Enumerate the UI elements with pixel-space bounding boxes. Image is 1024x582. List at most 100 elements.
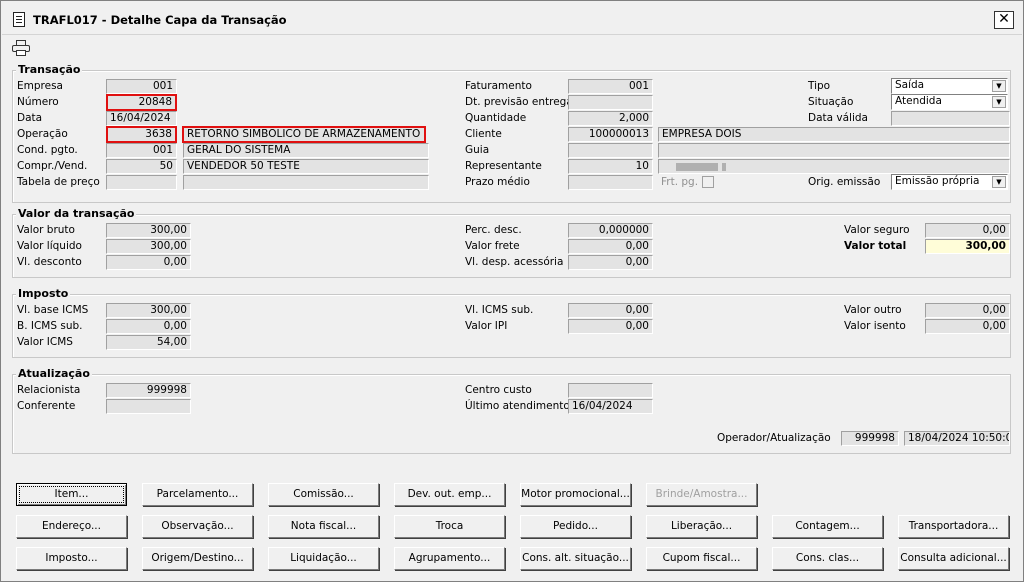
valor-total-field[interactable]: 300,00 (925, 239, 1010, 254)
item-button[interactable]: Item... (16, 483, 127, 506)
orig-emissao-label: Orig. emissão (808, 176, 881, 188)
centro-custo-label: Centro custo (465, 384, 532, 396)
brinde-amostra-button: Brinde/Amostra... (646, 483, 757, 506)
perc-desc-field[interactable]: 0,000000 (568, 223, 653, 238)
chevron-down-icon[interactable]: ▼ (992, 176, 1006, 188)
operacao-desc-field[interactable]: RETORNO SIMBOLICO DE ARMAZENAMENTO (182, 126, 426, 143)
tabela-preco-code-field[interactable] (106, 175, 177, 190)
nota-fiscal-button[interactable]: Nota fiscal... (268, 515, 379, 538)
tipo-select[interactable]: Saída ▼ (891, 78, 1008, 94)
consulta-adicional-button[interactable]: Consulta adicional... (898, 547, 1009, 570)
valor-icms-label: Valor ICMS (17, 336, 73, 348)
tabela-preco-desc-field[interactable] (183, 175, 429, 190)
icms-sub-field[interactable]: 0,00 (568, 303, 653, 318)
prazo-medio-field[interactable] (568, 175, 653, 190)
cliente-code-field[interactable]: 100000013 (568, 127, 653, 142)
vl-desconto-label: Vl. desconto (17, 256, 82, 268)
liquidacao-button[interactable]: Liquidação... (268, 547, 379, 570)
representante-name-field[interactable] (658, 159, 1010, 174)
orig-emissao-select[interactable]: Emissão própria ▼ (891, 174, 1008, 190)
empresa-field[interactable]: 001 (106, 79, 177, 94)
operador-data-field[interactable]: 18/04/2024 10:50:00 (904, 431, 1010, 446)
window: TRAFL017 - Detalhe Capa da Transação ✕ T… (0, 0, 1024, 582)
transportadora-button[interactable]: Transportadora... (898, 515, 1009, 538)
b-icms-sub-field[interactable]: 0,00 (106, 319, 191, 334)
cons-clas-button[interactable]: Cons. clas... (772, 547, 883, 570)
representante-label: Representante (465, 160, 542, 172)
quantidade-field[interactable]: 2,000 (568, 111, 653, 126)
operador-field[interactable]: 999998 (841, 431, 899, 446)
agrupamento-button[interactable]: Agrupamento... (394, 547, 505, 570)
close-button[interactable]: ✕ (994, 11, 1014, 29)
quantidade-label: Quantidade (465, 112, 527, 124)
operacao-code-field[interactable]: 3638 (106, 126, 177, 143)
valor-isento-field[interactable]: 0,00 (925, 319, 1010, 334)
cupom-fiscal-button[interactable]: Cupom fiscal... (646, 547, 757, 570)
parcelamento-button[interactable]: Parcelamento... (142, 483, 253, 506)
pedido-button[interactable]: Pedido... (520, 515, 631, 538)
compr-vend-code-field[interactable]: 50 (106, 159, 177, 174)
valor-title: Valor da transação (16, 207, 137, 220)
ultimo-atendimento-field[interactable]: 16/04/2024 (568, 399, 653, 414)
valor-outro-field[interactable]: 0,00 (925, 303, 1010, 318)
prazo-medio-label: Prazo médio (465, 176, 530, 188)
liberacao-button[interactable]: Liberação... (646, 515, 757, 538)
situacao-select[interactable]: Atendida ▼ (891, 94, 1008, 110)
troca-button[interactable]: Troca (394, 515, 505, 538)
desp-acessoria-field[interactable]: 0,00 (568, 255, 653, 270)
compr-vend-desc-field[interactable]: VENDEDOR 50 TESTE (183, 159, 429, 174)
cliente-name-field[interactable]: EMPRESA DOIS (658, 127, 1010, 142)
data-valida-label: Data válida (808, 112, 868, 124)
valor-ipi-field[interactable]: 0,00 (568, 319, 653, 334)
document-icon (13, 12, 25, 27)
valor-liquido-field[interactable]: 300,00 (106, 239, 191, 254)
endereco-button[interactable]: Endereço... (16, 515, 127, 538)
guia-desc-field[interactable] (658, 143, 1010, 158)
contagem-button[interactable]: Contagem... (772, 515, 883, 538)
observacao-button[interactable]: Observação... (142, 515, 253, 538)
situacao-label: Situação (808, 96, 854, 108)
base-icms-label: Vl. base ICMS (17, 304, 89, 316)
valor-bruto-label: Valor bruto (17, 224, 75, 236)
valor-frete-field[interactable]: 0,00 (568, 239, 653, 254)
cliente-label: Cliente (465, 128, 502, 140)
b-icms-sub-label: B. ICMS sub. (17, 320, 83, 332)
data-valida-field[interactable] (891, 111, 1010, 126)
motor-promocional-button[interactable]: Motor promocional... (520, 483, 631, 506)
valor-bruto-field[interactable]: 300,00 (106, 223, 191, 238)
data-label: Data (17, 112, 43, 124)
printer-icon[interactable] (12, 40, 31, 57)
ultimo-atendimento-label: Último atendimento (465, 400, 570, 412)
conferente-field[interactable] (106, 399, 191, 414)
valor-frete-label: Valor frete (465, 240, 520, 252)
dt-previsao-field[interactable] (568, 95, 653, 110)
base-icms-field[interactable]: 300,00 (106, 303, 191, 318)
valor-icms-field[interactable]: 54,00 (106, 335, 191, 350)
chevron-down-icon[interactable]: ▼ (992, 80, 1006, 92)
numero-field[interactable]: 20848 (106, 94, 177, 111)
operacao-label: Operação (17, 128, 68, 140)
imposto-button[interactable]: Imposto... (16, 547, 127, 570)
vl-desconto-field[interactable]: 0,00 (106, 255, 191, 270)
origem-destino-button[interactable]: Origem/Destino... (142, 547, 253, 570)
relacionista-field[interactable]: 999998 (106, 383, 191, 398)
valor-seguro-field[interactable]: 0,00 (925, 223, 1010, 238)
redacted-text (722, 163, 726, 171)
comissao-button[interactable]: Comissão... (268, 483, 379, 506)
cond-pgto-desc-field[interactable]: GERAL DO SISTEMA (183, 143, 429, 158)
cond-pgto-code-field[interactable]: 001 (106, 143, 177, 158)
faturamento-field[interactable]: 001 (568, 79, 653, 94)
chevron-down-icon[interactable]: ▼ (992, 96, 1006, 108)
representante-code-field[interactable]: 10 (568, 159, 653, 174)
relacionista-label: Relacionista (17, 384, 81, 396)
icms-sub-label: Vl. ICMS sub. (465, 304, 534, 316)
tipo-value: Saída (895, 79, 925, 91)
guia-code-field[interactable] (568, 143, 653, 158)
situacao-value: Atendida (895, 95, 942, 107)
valor-outro-label: Valor outro (844, 304, 902, 316)
cons-alt-situacao-button[interactable]: Cons. alt. situação... (520, 547, 631, 570)
frt-pg-checkbox[interactable] (702, 176, 714, 188)
dev-out-emp-button[interactable]: Dev. out. emp... (394, 483, 505, 506)
data-field[interactable]: 16/04/2024 (106, 111, 177, 126)
centro-custo-field[interactable] (568, 383, 653, 398)
